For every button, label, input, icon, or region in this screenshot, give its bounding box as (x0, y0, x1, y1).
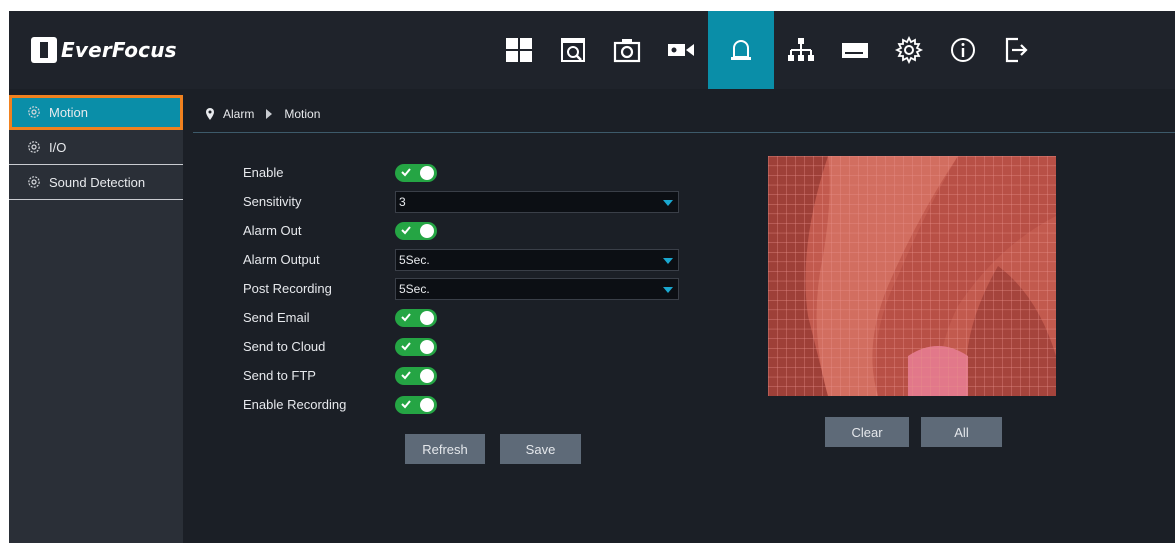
row-send-cloud: Send to Cloud (243, 332, 437, 361)
row-send-ftp: Send to FTP (243, 361, 437, 390)
check-icon (401, 399, 411, 408)
row-alarm-output: Alarm Output 5Sec. (243, 245, 679, 274)
sidebar-item-label: Motion (49, 104, 89, 120)
motion-area-preview[interactable] (768, 156, 1056, 396)
enable-toggle[interactable] (395, 163, 437, 182)
breadcrumb-root[interactable]: Alarm (223, 107, 254, 121)
post-recording-value: 5Sec. (399, 281, 430, 296)
clear-button[interactable]: Clear (825, 417, 909, 447)
breadcrumb-current: Motion (284, 106, 321, 121)
check-icon (401, 312, 411, 321)
row-alarm-out: Alarm Out (243, 216, 437, 245)
logo-mark-icon (31, 37, 57, 63)
sidebar-item-label: I/O (49, 139, 67, 155)
location-pin-icon (206, 107, 214, 120)
row-send-email: Send Email (243, 303, 437, 332)
enable-recording-label: Enable Recording (243, 397, 347, 412)
post-recording-select[interactable]: 5Sec. (395, 277, 679, 300)
main-content: Alarm Motion Enable Sensitivity 3 Alarm … (193, 95, 1175, 543)
sidebar-item-motion[interactable]: Motion (9, 95, 183, 130)
post-recording-label: Post Recording (243, 281, 332, 296)
sensitivity-select[interactable]: 3 (395, 190, 679, 213)
check-icon (401, 370, 411, 379)
settings-icon (894, 35, 924, 65)
send-cloud-label: Send to Cloud (243, 339, 326, 354)
everfocus-logo: EverFocus (31, 34, 177, 66)
main-nav (492, 11, 1044, 89)
network-icon (788, 38, 814, 61)
sidebar: Motion I/O Sound Detection (9, 95, 183, 543)
save-button[interactable]: Save (500, 434, 581, 464)
storage-icon (842, 43, 868, 58)
breadcrumb-arrow-icon (266, 108, 273, 119)
row-enable-recording: Enable Recording (243, 390, 437, 419)
camera-preview-image (768, 156, 1056, 396)
alarm-output-select[interactable]: 5Sec. (395, 248, 679, 271)
send-ftp-toggle[interactable] (395, 366, 437, 385)
check-icon (401, 341, 411, 350)
sensitivity-value: 3 (399, 194, 406, 209)
sidebar-item-sound-detection[interactable]: Sound Detection (9, 165, 183, 200)
alarm-out-label: Alarm Out (243, 223, 302, 238)
enable-label: Enable (243, 165, 284, 180)
row-post-recording: Post Recording 5Sec. (243, 274, 679, 303)
send-email-toggle[interactable] (395, 308, 437, 327)
app-window: EverFocus Motion I/O Sound Detection Ala… (9, 11, 1175, 543)
send-ftp-label: Send to FTP (243, 368, 316, 383)
enable-recording-toggle[interactable] (395, 395, 437, 414)
nav-logout[interactable] (990, 11, 1044, 89)
check-icon (401, 225, 411, 234)
select-all-button[interactable]: All (921, 417, 1002, 447)
live-view-icon (506, 38, 532, 62)
sidebar-item-label: Sound Detection (49, 174, 146, 190)
dropdown-caret-icon (663, 199, 673, 206)
send-email-label: Send Email (243, 310, 310, 325)
gear-icon (28, 106, 40, 118)
nav-playback[interactable] (546, 11, 600, 89)
snapshot-icon (613, 39, 641, 63)
info-icon (951, 38, 975, 62)
refresh-button[interactable]: Refresh (405, 434, 485, 464)
nav-settings[interactable] (882, 11, 936, 89)
logout-icon (1005, 37, 1028, 63)
send-cloud-toggle[interactable] (395, 337, 437, 356)
row-sensitivity: Sensitivity 3 (243, 187, 679, 216)
nav-camera[interactable] (654, 11, 708, 89)
alarm-output-label: Alarm Output (243, 252, 320, 267)
nav-snapshot[interactable] (600, 11, 654, 89)
alarm-output-value: 5Sec. (399, 252, 430, 267)
dropdown-caret-icon (663, 286, 673, 293)
sensitivity-label: Sensitivity (243, 194, 302, 209)
nav-network[interactable] (774, 11, 828, 89)
alarm-out-toggle[interactable] (395, 221, 437, 240)
row-enable: Enable (243, 158, 437, 187)
playback-icon (561, 38, 585, 62)
gear-icon (28, 176, 40, 188)
nav-info[interactable] (936, 11, 990, 89)
alarm-icon (731, 40, 751, 60)
check-icon (401, 167, 411, 176)
top-bar: EverFocus (9, 11, 1175, 89)
breadcrumb: Alarm Motion (193, 95, 1175, 133)
nav-alarm[interactable] (708, 11, 774, 89)
dropdown-caret-icon (663, 257, 673, 264)
sidebar-item-io[interactable]: I/O (9, 130, 183, 165)
camera-icon (668, 44, 694, 56)
nav-live-view[interactable] (492, 11, 546, 89)
gear-icon (28, 141, 40, 153)
nav-storage[interactable] (828, 11, 882, 89)
logo-text: EverFocus (61, 38, 177, 62)
